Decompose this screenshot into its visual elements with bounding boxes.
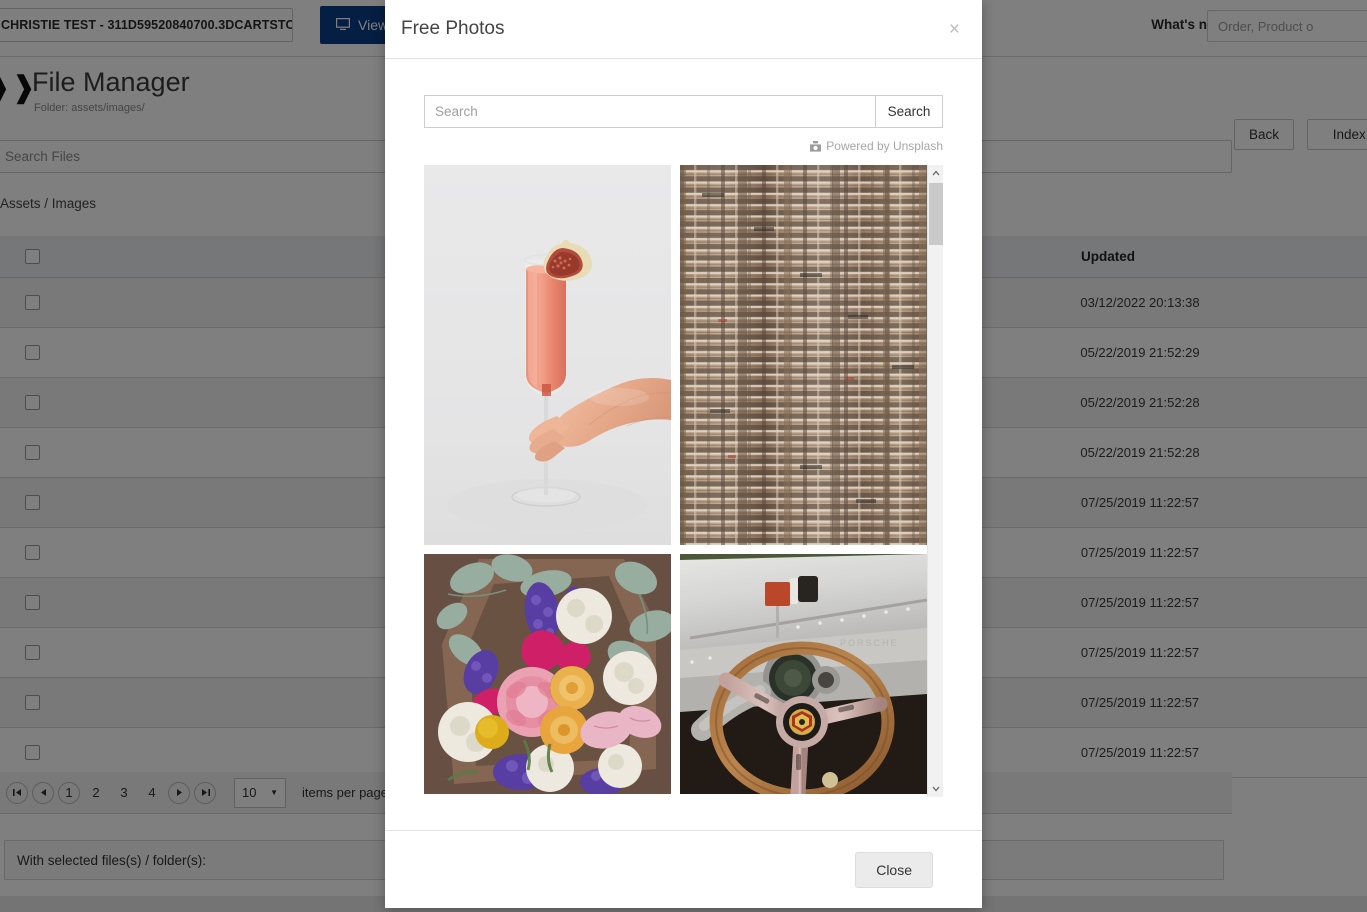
unsplash-attribution-label: Powered by Unsplash [826,139,943,153]
scroll-up-icon[interactable] [928,165,943,181]
scrollbar-thumb[interactable] [929,183,943,245]
photo-result-item[interactable]: PORSCHE [680,554,927,794]
close-icon[interactable]: × [943,19,966,40]
photo-search-button[interactable]: Search [875,95,943,128]
photo-result-item[interactable] [680,165,927,545]
camera-icon [810,141,821,152]
skyscraper-photo [680,165,927,545]
photo-search-input[interactable] [424,95,875,128]
modal-header: Free Photos × [385,0,982,59]
photo-grid: PORSCHE [424,165,927,794]
close-button[interactable]: Close [855,852,933,888]
photo-result-item[interactable] [424,165,671,545]
bouquet-photo [424,554,671,794]
photo-search-row: Search [424,95,943,128]
modal-footer: Close [385,830,982,908]
free-photos-modal: Free Photos × Search Powered by Unsplash [385,0,982,908]
photo-list-scrollbar[interactable] [927,165,943,797]
photo-results-scroll-area[interactable]: PORSCHE [424,165,943,797]
modal-body: Search Powered by Unsplash [385,59,982,830]
vintage-car-photo: PORSCHE [680,554,927,794]
scroll-down-icon[interactable] [928,781,943,797]
modal-title: Free Photos [401,18,505,40]
photo-result-item[interactable] [424,554,671,794]
cocktail-photo [424,165,671,545]
unsplash-attribution: Powered by Unsplash [424,139,943,153]
